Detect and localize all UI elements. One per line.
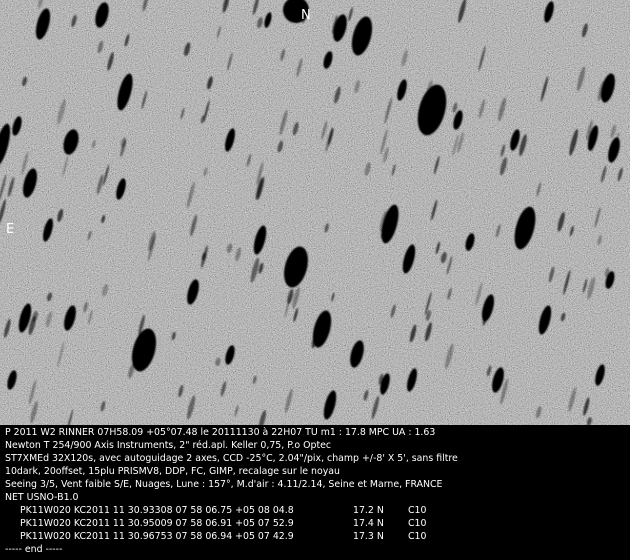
observation-record: PK11W020 KC2011 11 30.95009 07 58 06.91 … <box>20 518 294 529</box>
caption-line-catalog: NET USNO-B1.0 <box>5 492 79 503</box>
observation-caption: P 2011 W2 RINNER 07H58.09 +05°07.48 le 2… <box>0 425 630 560</box>
caption-line-conditions: Seeing 3/5, Vent faible S/E, Nuages, Lun… <box>5 479 443 490</box>
caption-line-object: P 2011 W2 RINNER 07H58.09 +05°07.48 le 2… <box>5 427 436 438</box>
observatory-code: C10 <box>408 505 427 516</box>
caption-line-telescope: Newton T 254/900 Axis Instruments, 2" ré… <box>5 440 332 451</box>
observation-row: PK11W020 KC2011 11 30.95009 07 58 06.91 … <box>20 518 426 529</box>
caption-line-camera: ST7XMEd 32X120s, avec autoguidage 2 axes… <box>5 453 458 464</box>
observation-record: PK11W020 KC2011 11 30.93308 07 58 06.75 … <box>20 505 294 516</box>
observation-magnitude: 17.3 N <box>353 531 384 542</box>
east-marker: E <box>6 222 15 237</box>
star-field-svg <box>0 0 630 425</box>
astro-image-frame: N E P 2011 W2 RINNER 07H58.09 +05°07.48 … <box>0 0 630 560</box>
observation-row: PK11W020 KC2011 11 30.96753 07 58 06.94 … <box>20 531 426 542</box>
observation-record: PK11W020 KC2011 11 30.96753 07 58 06.94 … <box>20 531 294 542</box>
sky-noise <box>0 0 630 425</box>
observation-magnitude: 17.4 N <box>353 518 384 529</box>
observation-row: PK11W020 KC2011 11 30.93308 07 58 06.75 … <box>20 505 426 516</box>
observatory-code: C10 <box>408 531 427 542</box>
caption-line-processing: 10dark, 20offset, 15plu PRISMV8, DDP, FC… <box>5 466 340 477</box>
north-marker: N <box>301 8 311 23</box>
star-field-image: N E <box>0 0 630 425</box>
caption-end-marker: ----- end ----- <box>5 544 63 555</box>
observatory-code: C10 <box>408 518 427 529</box>
observation-magnitude: 17.2 N <box>353 505 384 516</box>
